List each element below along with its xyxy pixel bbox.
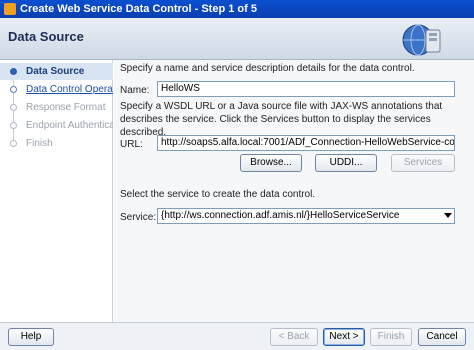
url-field[interactable]: http://soaps5.alfa.local:7001/ADf_Connec…	[157, 135, 455, 151]
wizard-content: Specify a name and service description d…	[114, 60, 474, 322]
wizard-header: Data Source	[0, 18, 474, 60]
step-response-format: Response Format	[0, 99, 113, 116]
step-label: Response Format	[26, 102, 106, 113]
web-service-globe-icon	[402, 24, 441, 56]
step-indicator-icon	[10, 104, 17, 111]
step-indicator-icon	[10, 122, 17, 129]
step-label: Data Source	[26, 66, 85, 77]
back-button: < Back	[270, 328, 318, 346]
step-indicator-icon	[10, 68, 17, 75]
name-label: Name:	[120, 85, 150, 96]
step-endpoint-authentication: Endpoint Authentication	[0, 117, 113, 134]
help-button[interactable]: Help	[8, 328, 54, 346]
services-button: Services	[391, 154, 455, 172]
step-label: Data Control Operations	[26, 84, 113, 95]
next-button[interactable]: Next >	[323, 328, 365, 346]
page-title: Data Source	[8, 29, 84, 44]
step-data-source[interactable]: Data Source	[0, 63, 113, 80]
service-label: Service:	[120, 212, 157, 223]
step-data-control-operations[interactable]: Data Control Operations	[0, 81, 113, 98]
wizard-footer: Help < Back Next > Finish Cancel	[0, 322, 474, 350]
finish-button: Finish	[370, 328, 412, 346]
cancel-button[interactable]: Cancel	[418, 328, 466, 346]
service-select-value: {http://ws.connection.adf.amis.nl/}Hello…	[161, 210, 400, 221]
uddi-button[interactable]: UDDI...	[315, 154, 377, 172]
intro-text: Specify a name and service description d…	[120, 63, 415, 74]
url-label: URL:	[120, 139, 143, 150]
window-title-bar: Create Web Service Data Control - Step 1…	[0, 0, 474, 18]
step-finish: Finish	[0, 135, 113, 152]
wizard-steps-sidebar: Data Source Data Control Operations Resp…	[0, 60, 113, 322]
step-indicator-icon	[10, 140, 17, 147]
app-icon	[4, 3, 16, 15]
step-label: Finish	[26, 138, 53, 149]
chevron-down-icon	[444, 213, 452, 218]
browse-button[interactable]: Browse...	[240, 154, 302, 172]
step-label: Endpoint Authentication	[26, 120, 113, 131]
step-indicator-icon	[10, 86, 17, 93]
name-field[interactable]: HelloWS	[157, 81, 455, 97]
wsdl-description-text: Specify a WSDL URL or a Java source file…	[120, 101, 443, 138]
window-title: Create Web Service Data Control - Step 1…	[20, 3, 257, 15]
service-select[interactable]: {http://ws.connection.adf.amis.nl/}Hello…	[157, 208, 455, 224]
select-service-text: Select the service to create the data co…	[120, 189, 316, 200]
